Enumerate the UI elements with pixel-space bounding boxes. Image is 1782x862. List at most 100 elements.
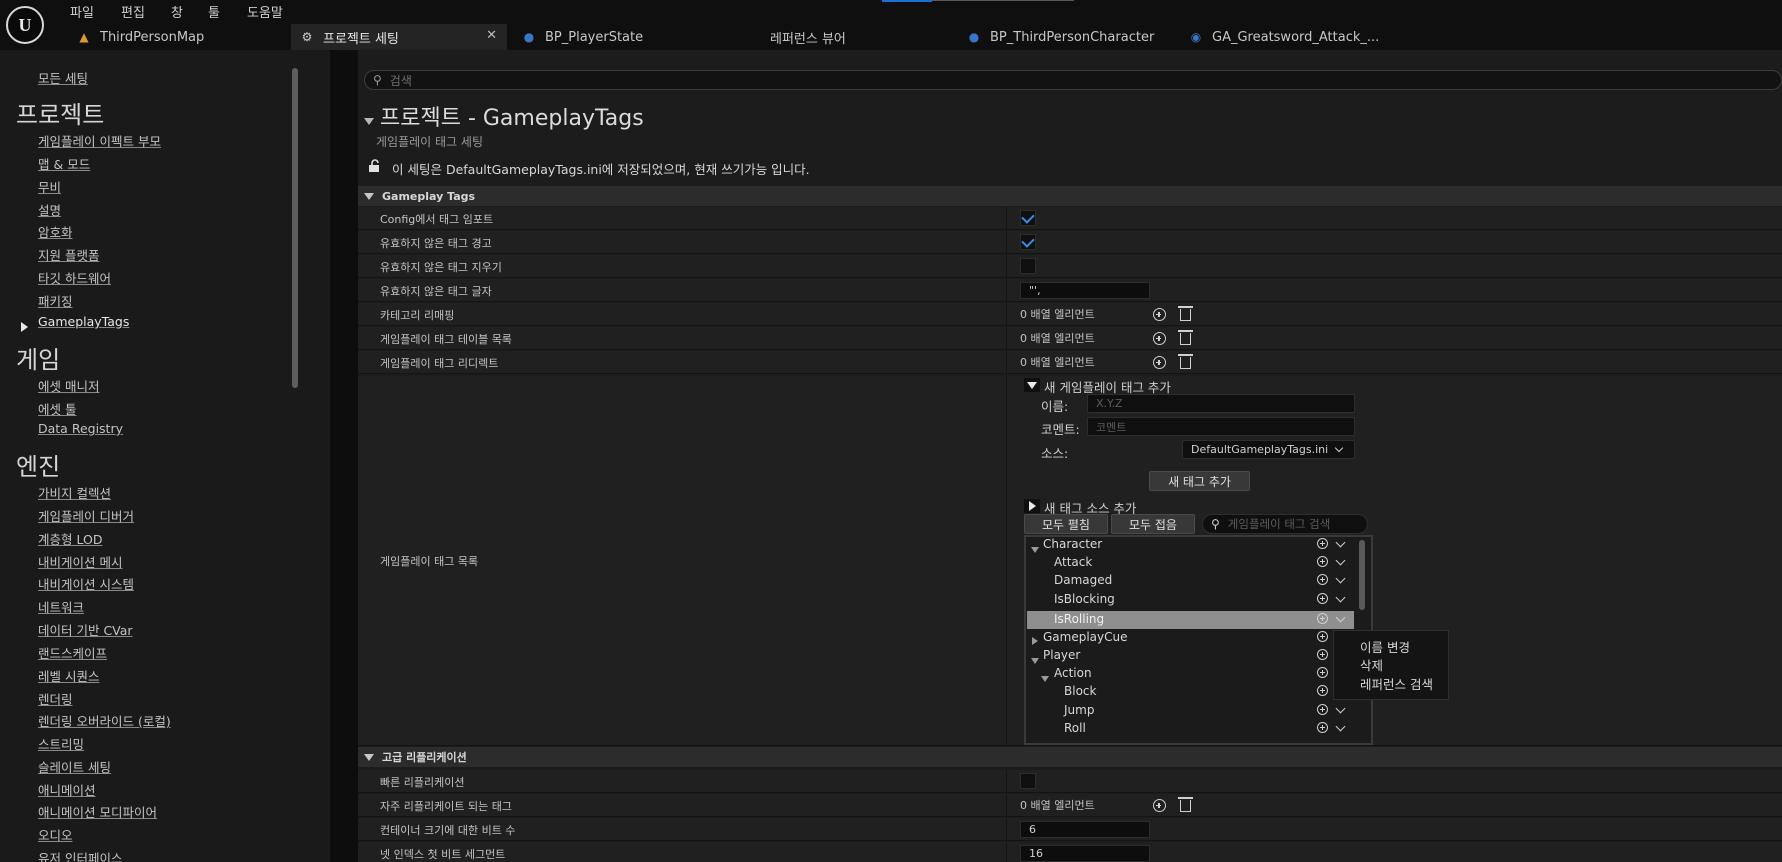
tree-node-player[interactable]: Player xyxy=(1027,647,1354,665)
tab-reference-viewer[interactable]: 레퍼런스 뷰어 xyxy=(770,24,846,50)
collapse-all-button[interactable]: 모두 접음 xyxy=(1111,514,1195,534)
add-subtag-icon[interactable] xyxy=(1317,667,1328,681)
expand-arrow-icon[interactable] xyxy=(1024,499,1040,513)
chevron-down-icon[interactable] xyxy=(1335,702,1346,715)
add-subtag-icon[interactable] xyxy=(1317,556,1328,570)
sidebar-item-all-settings[interactable]: 모든 세팅 xyxy=(38,68,88,87)
chevron-down-icon[interactable] xyxy=(1335,572,1346,585)
add-subtag-icon[interactable] xyxy=(1317,722,1328,736)
tab-bp-thirdpersoncharacter[interactable]: ● BP_ThirdPersonCharacter xyxy=(966,24,1155,50)
tag-comment-input[interactable]: 코멘트 xyxy=(1087,417,1355,436)
unreal-logo-icon[interactable]: U xyxy=(6,6,44,44)
tree-node-damaged[interactable]: Damaged xyxy=(1027,572,1354,590)
context-menu-delete[interactable]: 삭제 xyxy=(1360,655,1383,674)
menu-help[interactable]: 도움말 xyxy=(247,2,283,21)
sidebar-item[interactable]: 오디오 xyxy=(38,825,73,844)
add-element-icon[interactable] xyxy=(1150,305,1168,323)
trash-icon[interactable] xyxy=(1176,305,1194,323)
sidebar-item[interactable]: 계층형 LOD xyxy=(38,529,102,548)
sidebar-scrollbar[interactable] xyxy=(292,68,298,388)
tree-node-isblocking[interactable]: IsBlocking xyxy=(1027,591,1354,609)
collapse-arrow-icon[interactable] xyxy=(1024,378,1040,392)
expand-arrow-icon[interactable] xyxy=(21,317,28,336)
sidebar-item[interactable]: 렌더링 xyxy=(38,689,73,708)
tree-scrollbar[interactable] xyxy=(1359,540,1365,610)
trash-icon[interactable] xyxy=(1176,796,1194,814)
sidebar-item[interactable]: 네트워크 xyxy=(38,597,84,616)
tree-node-gameplaycue[interactable]: GameplayCue xyxy=(1027,629,1354,647)
tree-node-block[interactable]: Block xyxy=(1027,683,1354,701)
sidebar-item[interactable]: 유저 인터페이스 xyxy=(38,848,122,862)
sidebar-item[interactable]: 애니메이션 모디파이어 xyxy=(38,802,157,821)
add-element-icon[interactable] xyxy=(1150,796,1168,814)
tree-node-isrolling[interactable]: IsRolling xyxy=(1027,611,1354,629)
sidebar-item[interactable]: 가비지 컬렉션 xyxy=(38,483,111,502)
menu-tools[interactable]: 툴 xyxy=(208,2,220,21)
tab-ga-greatsword[interactable]: ◉ GA_Greatsword_Attack_... xyxy=(1188,24,1380,50)
sidebar-item[interactable]: 게임플레이 이펙트 부모 xyxy=(38,131,161,150)
add-subtag-icon[interactable] xyxy=(1317,649,1328,663)
sidebar-item[interactable]: 데이터 기반 CVar xyxy=(38,620,133,639)
sidebar-item[interactable]: 슬레이트 세팅 xyxy=(38,757,111,776)
add-element-icon[interactable] xyxy=(1150,329,1168,347)
tab-thirdpersonmap[interactable]: ▲ ThirdPersonMap xyxy=(76,24,204,50)
sidebar-item[interactable]: 레벨 시퀀스 xyxy=(38,666,99,685)
add-element-icon[interactable] xyxy=(1150,353,1168,371)
context-menu-find-references[interactable]: 레퍼런스 검색 xyxy=(1360,674,1433,693)
net-index-segment-field[interactable]: 16 xyxy=(1020,844,1150,862)
invalid-tag-characters-field[interactable]: "', xyxy=(1020,281,1150,299)
container-size-bits-field[interactable]: 6 xyxy=(1020,820,1150,838)
section-header-advanced-replication[interactable]: 고급 리플리케이션 xyxy=(358,747,1782,767)
trash-icon[interactable] xyxy=(1176,329,1194,347)
settings-search-input[interactable]: ⚲ 검색 xyxy=(364,70,1782,90)
add-subtag-icon[interactable] xyxy=(1317,574,1328,588)
sidebar-item[interactable]: 랜드스케이프 xyxy=(38,643,107,662)
warn-invalid-tags-checkbox[interactable] xyxy=(1020,234,1036,250)
sidebar-item[interactable]: 맵 & 모드 xyxy=(38,154,90,173)
sidebar-item[interactable]: 애니메이션 xyxy=(38,780,96,799)
chevron-down-icon[interactable] xyxy=(1335,720,1346,733)
context-menu-rename[interactable]: 이름 변경 xyxy=(1360,637,1410,656)
chevron-down-icon[interactable] xyxy=(1335,591,1346,604)
clear-invalid-tags-checkbox[interactable] xyxy=(1020,258,1036,274)
trash-icon[interactable] xyxy=(1176,353,1194,371)
tab-bp-playerstate[interactable]: ● BP_PlayerState xyxy=(521,24,643,50)
chevron-down-icon[interactable] xyxy=(1335,554,1346,567)
add-subtag-icon[interactable] xyxy=(1317,685,1328,699)
sidebar-item[interactable]: 패키징 xyxy=(38,291,73,310)
sidebar-item[interactable]: 내비게이션 시스템 xyxy=(38,574,134,593)
expand-all-button[interactable]: 모두 펼침 xyxy=(1024,514,1108,534)
sidebar-item[interactable]: 암호화 xyxy=(38,222,73,241)
section-header-gameplay-tags[interactable]: Gameplay Tags xyxy=(358,186,1782,206)
sidebar-item[interactable]: 게임플레이 디버거 xyxy=(38,506,134,525)
chevron-down-icon[interactable] xyxy=(1335,536,1346,549)
close-icon[interactable]: ✕ xyxy=(486,28,497,43)
collapse-arrow-icon[interactable] xyxy=(364,110,374,129)
tag-name-input[interactable]: X.Y.Z xyxy=(1087,394,1355,413)
add-subtag-icon[interactable] xyxy=(1317,538,1328,552)
sidebar-item[interactable]: 에셋 매니저 xyxy=(38,376,99,395)
tree-node-attack[interactable]: Attack xyxy=(1027,554,1354,572)
tag-search-input[interactable]: ⚲ 게임플레이 태그 검색 xyxy=(1202,514,1368,534)
expand-arrow-icon[interactable] xyxy=(1032,634,1038,648)
menu-window[interactable]: 창 xyxy=(171,2,183,21)
sidebar-item[interactable]: Data Registry xyxy=(38,421,123,436)
tag-source-dropdown[interactable]: DefaultGameplayTags.ini xyxy=(1182,440,1355,459)
menu-edit[interactable]: 편집 xyxy=(121,2,145,21)
tab-project-settings[interactable]: ⚙ 프로젝트 세팅 ✕ xyxy=(291,24,507,50)
sidebar-item[interactable]: 타깃 하드웨어 xyxy=(38,268,111,287)
import-config-checkbox[interactable] xyxy=(1020,210,1036,226)
sidebar-item[interactable]: 에셋 툴 xyxy=(38,399,76,418)
add-subtag-icon[interactable] xyxy=(1317,704,1328,718)
menu-file[interactable]: 파일 xyxy=(70,2,94,21)
add-subtag-icon[interactable] xyxy=(1317,613,1328,627)
sidebar-item[interactable]: 무비 xyxy=(38,177,61,196)
tree-node-character[interactable]: Character xyxy=(1027,536,1354,554)
add-new-tag-button[interactable]: 새 태그 추가 xyxy=(1149,471,1250,491)
sidebar-item[interactable]: 렌더링 오버라이드 (로컬) xyxy=(38,711,171,730)
sidebar-item[interactable]: 설명 xyxy=(38,200,61,219)
tree-node-jump[interactable]: Jump xyxy=(1027,702,1354,720)
add-subtag-icon[interactable] xyxy=(1317,631,1328,645)
tree-node-roll[interactable]: Roll xyxy=(1027,720,1354,738)
sidebar-item[interactable]: 내비게이션 메시 xyxy=(38,552,122,571)
